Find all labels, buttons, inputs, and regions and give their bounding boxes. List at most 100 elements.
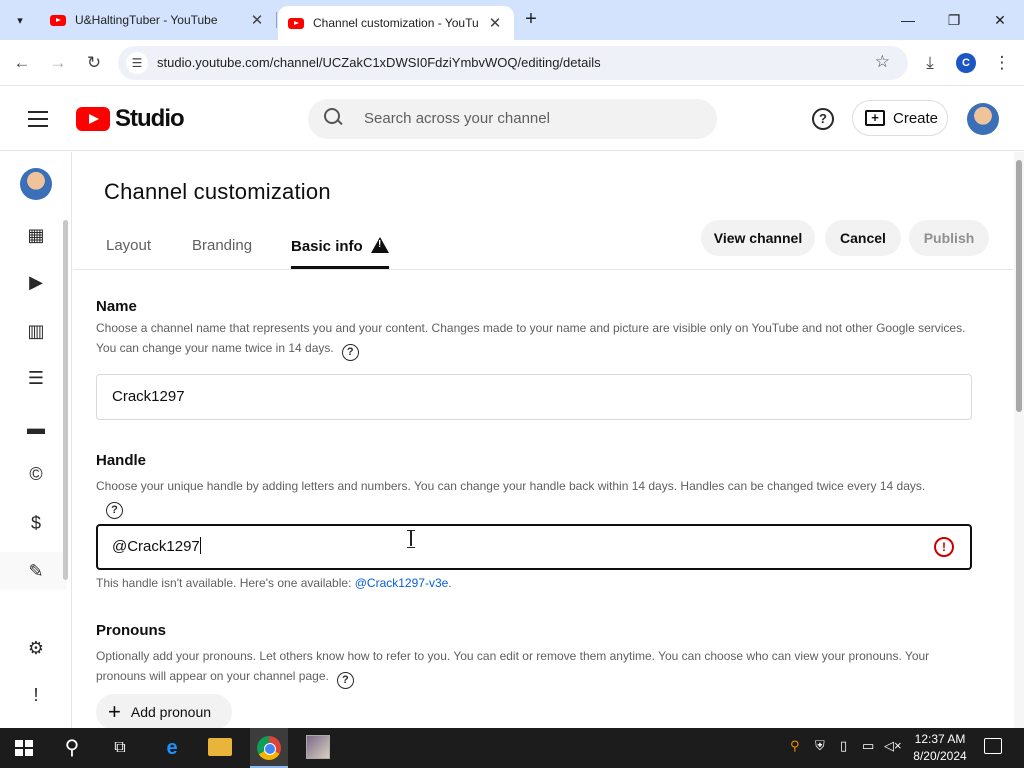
nav-scrollbar[interactable] [63,220,68,580]
name-description-text: Choose a channel name that represents yo… [96,321,966,355]
main-content: Channel customization Layout Branding Ba… [73,152,1013,730]
browser-toolbar: ← → ↻ ☰ studio.youtube.com/channel/UCZak… [0,40,1024,86]
create-button[interactable]: + Create [852,100,948,136]
handle-help-icon[interactable]: ? [106,502,123,519]
url-text[interactable]: studio.youtube.com/channel/UCZakC1xDWSI0… [157,55,601,70]
battery-icon[interactable]: ▯ [840,738,847,754]
subtitles-icon[interactable]: ▬ [24,416,48,440]
pronouns-label: Pronouns [96,622,166,639]
name-help-icon[interactable]: ? [341,344,359,361]
name-field-value: Crack1297 [112,388,185,405]
tray-search-icon[interactable]: ⚲ [790,738,800,754]
back-icon[interactable]: ← [10,51,34,75]
system-clock[interactable]: 12:37 AM 8/20/2024 [905,731,975,765]
tab-basic-info-label: Basic info [291,238,363,255]
browser-tab-youtube[interactable]: U&HaltingTuber - YouTube ✕ [40,4,276,36]
pronouns-help-icon[interactable]: ? [336,672,354,689]
publish-button[interactable]: Publish [909,220,989,256]
windows-start-icon[interactable] [15,740,33,756]
settings-icon[interactable]: ⚙ [24,636,48,660]
network-icon[interactable]: ▭ [862,738,874,754]
channel-avatar[interactable] [20,168,52,200]
task-view-icon[interactable]: ⧉ [108,736,132,760]
handle-field-value: @Crack1297 [112,538,200,555]
left-nav: ▦ ▶ ▥ ☰ ▬ © $ ✎ ⚙ ! [0,152,72,728]
volume-muted-icon[interactable]: ◁× [884,738,902,754]
youtube-play-icon [76,107,110,131]
close-window-icon[interactable]: ✕ [988,8,1012,32]
handle-field[interactable]: @Crack1297 ! [96,524,972,570]
feedback-icon[interactable]: ! [24,683,48,707]
tab-divider [276,12,277,28]
studio-logo[interactable]: Studio [76,105,185,133]
help-icon[interactable]: ? [812,108,834,130]
text-caret [199,537,201,554]
comments-icon[interactable]: ☰ [24,366,48,390]
tab-layout[interactable]: Layout [106,237,151,254]
browser-profile-avatar[interactable]: C [956,53,976,73]
download-icon[interactable]: ⤓ [918,51,942,75]
file-explorer-icon[interactable] [208,738,232,756]
handle-error-text: This handle isn't available. Here's one … [96,576,355,590]
create-label: Create [893,109,939,127]
handle-description-text: Choose your unique handle by adding lett… [96,479,926,493]
search-placeholder: Search across your channel [364,110,550,127]
warning-icon [370,237,389,253]
tab-basic-info[interactable]: Basic info [291,237,389,255]
search-icon [324,108,342,126]
internet-explorer-icon[interactable]: e [160,736,184,760]
new-tab-icon[interactable]: + [520,8,542,30]
account-avatar[interactable] [967,103,999,135]
cancel-button[interactable]: Cancel [825,220,901,256]
add-pronoun-button[interactable]: + Add pronoun [96,694,232,730]
notifications-icon[interactable] [984,738,1002,754]
page-scrollbar-thumb[interactable] [1016,160,1022,412]
tab-close-icon[interactable]: ✕ [248,11,266,29]
copyright-icon[interactable]: © [24,462,48,486]
clock-date: 8/20/2024 [913,749,967,763]
tabs-divider [73,269,1013,270]
studio-header: Studio Search across your channel ? + Cr… [0,87,1024,151]
youtube-favicon-icon [50,14,66,26]
analytics-icon[interactable]: ▥ [24,319,48,343]
menu-icon[interactable] [28,111,48,127]
view-channel-button[interactable]: View channel [701,220,815,256]
content-icon[interactable]: ▶ [24,270,48,294]
taskbar-app-icon[interactable] [306,735,330,759]
plus-icon: + [108,699,121,724]
restore-icon[interactable]: ❐ [942,8,966,32]
site-info-icon[interactable]: ☰ [126,52,148,74]
tab-branding[interactable]: Branding [192,237,252,254]
handle-suggestion-link[interactable]: @Crack1297-v3e [355,576,449,590]
handle-description: Choose your unique handle by adding lett… [96,476,976,519]
tab-title: U&HaltingTuber - YouTube [75,13,218,27]
search-input[interactable]: Search across your channel [308,99,717,139]
dashboard-icon[interactable]: ▦ [24,223,48,247]
reload-icon[interactable]: ↻ [82,51,106,75]
browser-menu-icon[interactable]: ⋮ [990,51,1014,75]
tab-close-icon[interactable]: ✕ [486,14,504,32]
page-title: Channel customization [104,179,331,204]
security-shield-icon[interactable]: ⛨ [815,738,825,754]
handle-error-suffix: . [448,576,452,590]
taskbar: ⚲ ⧉ e ⚲ ⛨ ▯ ▭ ◁× 12:37 AM 8/20/2024 [0,728,1024,768]
pronouns-description-text: Optionally add your pronouns. Let others… [96,649,930,683]
add-pronoun-label: Add pronoun [130,704,212,720]
name-description: Choose a channel name that represents yo… [96,318,976,361]
earn-icon[interactable]: $ [24,511,48,535]
pronouns-description: Optionally add your pronouns. Let others… [96,646,976,689]
minimize-icon[interactable]: — [896,8,920,32]
browser-tab-channel-customization[interactable]: Channel customization - YouTu ✕ [278,6,514,40]
name-field[interactable]: Crack1297 [96,374,972,420]
address-bar[interactable]: ☰ studio.youtube.com/channel/UCZakC1xDWS… [118,46,908,80]
clock-time: 12:37 AM [914,732,966,746]
taskbar-search-icon[interactable]: ⚲ [60,736,84,760]
customization-icon[interactable]: ✎ [24,559,48,583]
forward-icon[interactable]: → [46,51,70,75]
handle-error-message: This handle isn't available. Here's one … [96,576,452,590]
tab-search-icon[interactable]: ▾ [8,8,32,32]
page-scrollbar[interactable] [1014,152,1024,728]
handle-label: Handle [96,452,147,469]
chrome-icon[interactable] [257,736,281,760]
bookmark-star-icon[interactable]: ☆ [875,52,890,72]
